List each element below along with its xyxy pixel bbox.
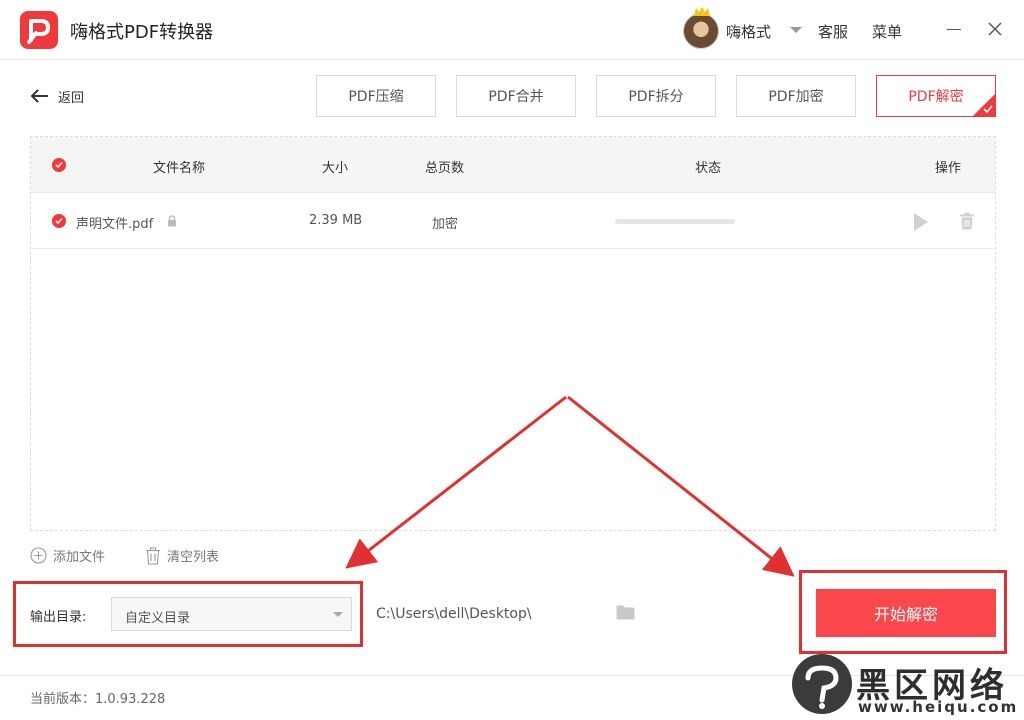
title-bar: 嗨格式PDF转换器 嗨格式 客服 菜单 [0, 0, 1024, 60]
chevron-down-icon[interactable] [790, 27, 802, 33]
add-file-button[interactable]: 添加文件 [30, 546, 105, 565]
close-icon[interactable] [986, 20, 1004, 38]
service-link[interactable]: 客服 [818, 21, 848, 42]
minimize-icon[interactable] [947, 29, 961, 30]
trash-icon[interactable] [959, 212, 975, 230]
column-header-size: 大小 [322, 161, 349, 176]
output-dir-select[interactable]: 自定义目录 [111, 597, 352, 631]
tab-pdf-compress[interactable]: PDF压缩 [316, 75, 436, 117]
file-name: 声明文件.pdf [76, 217, 154, 232]
check-icon [55, 218, 63, 225]
trash-icon [146, 546, 160, 565]
tab-pdf-merge[interactable]: PDF合并 [456, 75, 576, 117]
clear-list-button[interactable]: 清空列表 [145, 546, 219, 565]
watermark-logo-icon [792, 654, 852, 714]
app-title: 嗨格式PDF转换器 [70, 22, 214, 43]
start-decrypt-button[interactable]: 开始解密 [816, 589, 996, 637]
lock-icon [168, 215, 176, 227]
file-list: 文件名称 大小 总页数 状态 操作 声明文件.pdf 2.39 MB 加密 [30, 136, 996, 531]
folder-icon[interactable] [616, 605, 635, 620]
column-header-pages: 总页数 [425, 161, 465, 176]
tab-pdf-decrypt[interactable]: PDF解密 [876, 75, 996, 117]
clear-list-label: 清空列表 [167, 550, 220, 565]
plus-circle-icon [30, 547, 47, 564]
chevron-down-icon [333, 612, 343, 617]
back-arrow-icon [30, 89, 48, 103]
play-icon[interactable] [914, 213, 928, 231]
select-all-checkbox[interactable] [52, 158, 66, 172]
check-icon [983, 105, 993, 114]
file-pages: 加密 [432, 217, 459, 232]
column-header-status: 状态 [695, 161, 722, 176]
user-avatar[interactable] [683, 7, 719, 49]
version-text: 当前版本：1.0.93.228 [30, 692, 166, 707]
tab-pdf-split[interactable]: PDF拆分 [596, 75, 716, 117]
column-header-name: 文件名称 [153, 161, 206, 176]
list-header: 文件名称 大小 总页数 状态 操作 [31, 137, 995, 193]
back-label: 返回 [58, 90, 85, 106]
file-size: 2.39 MB [309, 213, 363, 228]
output-path: C:\Users\dell\Desktop\ [376, 606, 532, 622]
back-button[interactable]: 返回 [29, 86, 84, 106]
column-header-actions: 操作 [935, 161, 962, 176]
table-row: 声明文件.pdf 2.39 MB 加密 [31, 193, 995, 249]
username[interactable]: 嗨格式 [726, 21, 771, 42]
tab-pdf-encrypt[interactable]: PDF加密 [736, 75, 856, 117]
output-label: 输出目录: [30, 610, 87, 625]
crown-icon [694, 7, 710, 16]
menu-link[interactable]: 菜单 [872, 21, 902, 42]
output-dir-selected: 自定义目录 [125, 611, 191, 626]
watermark: 黑区网络 www.heiqu.com [792, 654, 1024, 720]
check-icon [55, 162, 63, 169]
watermark-url: www.heiqu.com [858, 698, 1019, 716]
app-logo-icon [20, 11, 58, 49]
row-checkbox[interactable] [52, 214, 66, 228]
add-file-label: 添加文件 [53, 550, 106, 565]
progress-bar [615, 219, 735, 224]
